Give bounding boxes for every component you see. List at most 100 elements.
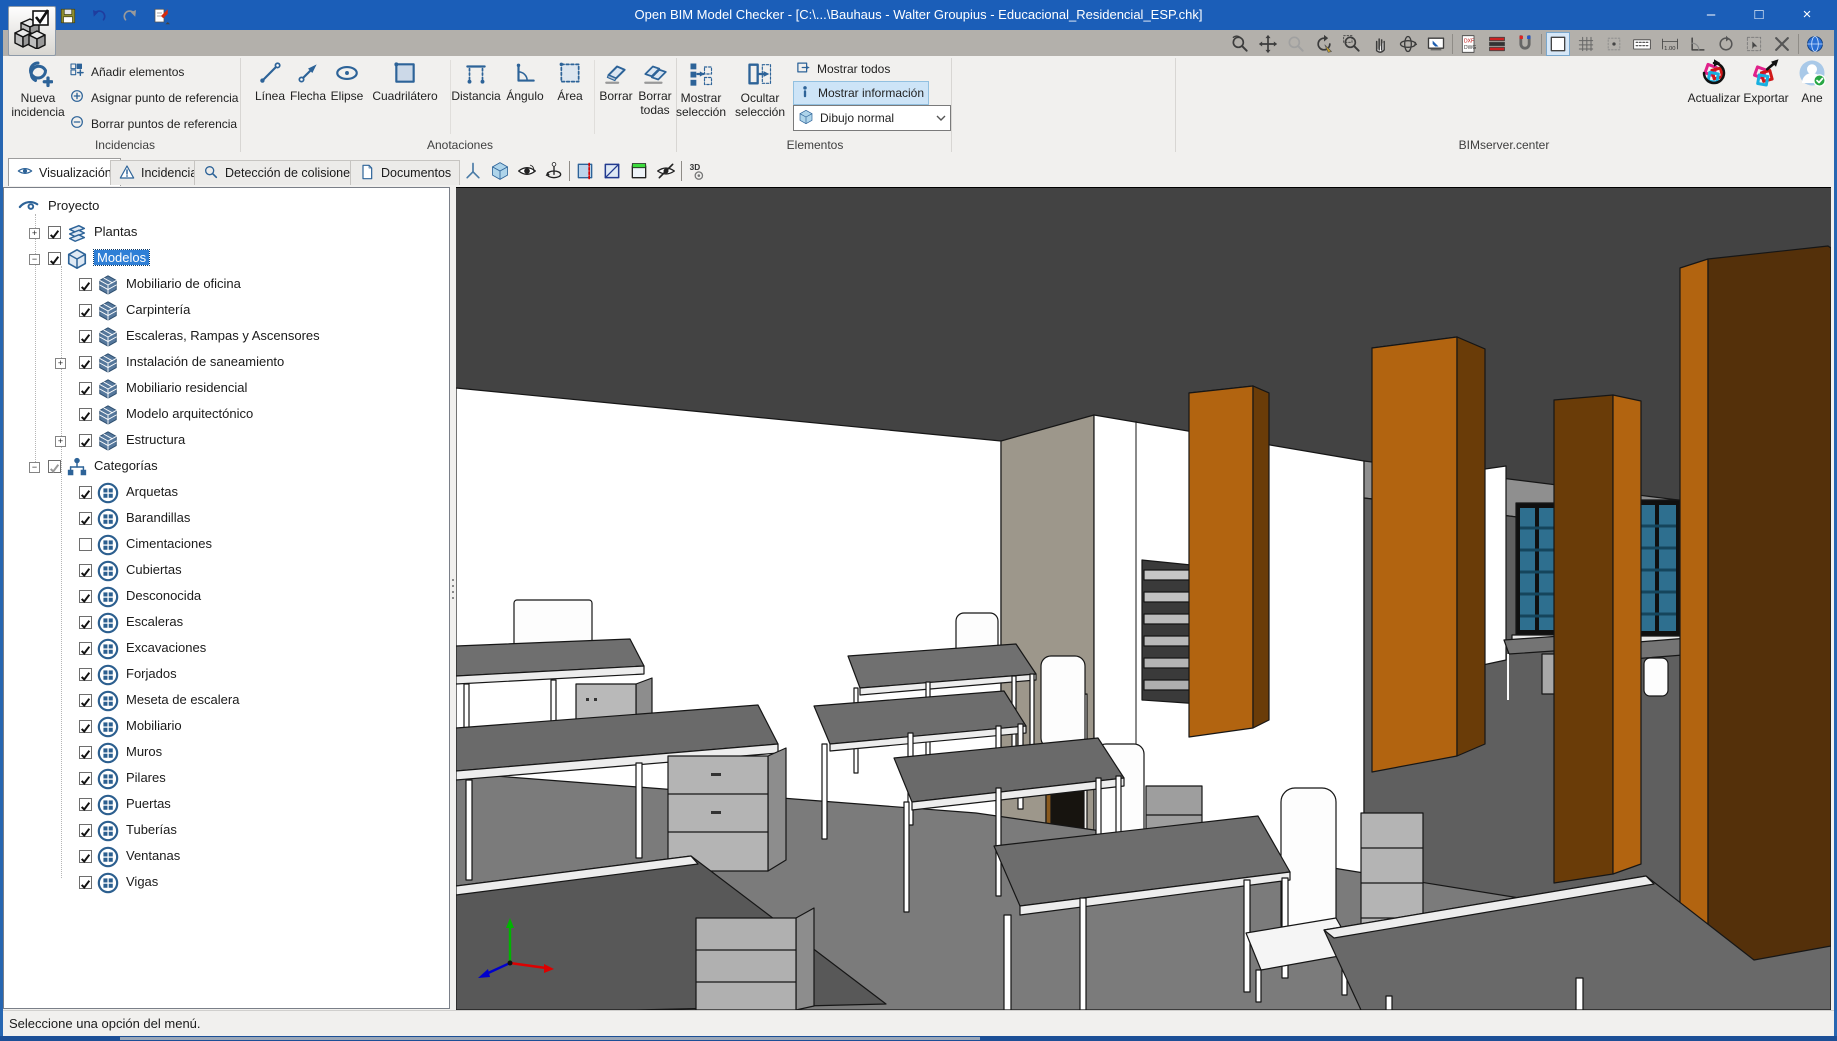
close-button[interactable]: × xyxy=(1784,0,1830,30)
anadir-elementos-button[interactable]: Añadir elementos xyxy=(69,62,184,81)
tools-x-icon[interactable] xyxy=(1770,32,1794,56)
tree-item-label[interactable]: Ventanas xyxy=(126,848,180,863)
maximize-button[interactable]: □ xyxy=(1736,0,1782,30)
tree-item-label[interactable]: Tuberías xyxy=(126,822,177,837)
tree-checkbox[interactable] xyxy=(79,512,92,525)
tree-checkbox[interactable] xyxy=(79,746,92,759)
zoom-ghost-icon[interactable] xyxy=(1284,32,1308,56)
collapse-icon[interactable]: − xyxy=(29,254,40,265)
globe-icon[interactable] xyxy=(1803,32,1827,56)
section-green-icon[interactable] xyxy=(627,159,651,183)
borrar-button[interactable]: Borrar xyxy=(596,60,636,104)
tree-item-desconocida[interactable]: Desconocida xyxy=(4,584,449,610)
tree-item-barandillas[interactable]: Barandillas xyxy=(4,506,449,532)
turntable-icon[interactable] xyxy=(542,159,566,183)
tree-checkbox[interactable] xyxy=(48,460,61,473)
tree-item-label[interactable]: Arquetas xyxy=(126,484,178,499)
tree-item-pilares[interactable]: Pilares xyxy=(4,766,449,792)
hide-eye-icon[interactable] xyxy=(654,159,678,183)
ocultar-seleccion-button[interactable]: Ocultar selección xyxy=(731,60,789,119)
tree-item-tuber-as[interactable]: Tuberías xyxy=(4,818,449,844)
mostrar-seleccion-button[interactable]: Mostrar selección xyxy=(672,60,730,119)
zoom-window-icon[interactable] xyxy=(1340,32,1364,56)
tree-item-muros[interactable]: Muros xyxy=(4,740,449,766)
tree-item-label[interactable]: Pilares xyxy=(126,770,166,785)
dxf-layers-icon[interactable] xyxy=(1485,32,1509,56)
magnet-icon[interactable] xyxy=(1513,32,1537,56)
app-menu-button[interactable] xyxy=(8,6,56,56)
tree-item-ventanas[interactable]: Ventanas xyxy=(4,844,449,870)
tree-item-label[interactable]: Meseta de escalera xyxy=(126,692,239,707)
tree-item-label[interactable]: Mobiliario residencial xyxy=(126,380,247,395)
tree-item-plantas[interactable]: +Plantas xyxy=(4,220,449,246)
tree-checkbox[interactable] xyxy=(79,356,92,369)
tab-visualizacion[interactable]: Visualización xyxy=(8,158,121,186)
tree-item-mobiliario[interactable]: Mobiliario xyxy=(4,714,449,740)
tree-item-instalaci-n-de-saneamiento[interactable]: + Instalación de saneamiento xyxy=(4,350,449,376)
tree-item-label[interactable]: Forjados xyxy=(126,666,177,681)
redo-icon[interactable] xyxy=(118,4,142,28)
tree-checkbox[interactable] xyxy=(79,330,92,343)
orbit-icon[interactable] xyxy=(1396,32,1420,56)
borrar-todas-button[interactable]: Borrar todas xyxy=(634,60,676,117)
pan-hand-icon[interactable] xyxy=(1368,32,1392,56)
section-diag-icon[interactable] xyxy=(600,159,624,183)
tree-checkbox[interactable] xyxy=(79,850,92,863)
angle-tool-icon[interactable] xyxy=(1686,32,1710,56)
flecha-button[interactable]: Flecha xyxy=(289,60,327,104)
borrar-puntos-button[interactable]: Borrar puntos de referencia xyxy=(69,114,237,133)
pan-zoom-icon[interactable] xyxy=(1256,32,1280,56)
tree-checkbox[interactable] xyxy=(79,876,92,889)
tree-checkbox[interactable] xyxy=(79,434,92,447)
elipse-button[interactable]: Elipse xyxy=(327,60,367,104)
tree-item-label[interactable]: Modelos xyxy=(94,250,149,265)
tree-checkbox[interactable] xyxy=(79,486,92,499)
nueva-incidencia-button[interactable]: Nueva incidencia xyxy=(9,58,67,119)
zoom-real-icon[interactable] xyxy=(1228,32,1252,56)
tree-item-mobiliario-de-oficina[interactable]: Mobiliario de oficina xyxy=(4,272,449,298)
3d-viewport[interactable] xyxy=(456,187,1831,1010)
redraw-icon[interactable] xyxy=(1312,32,1336,56)
grid-snap-icon[interactable] xyxy=(1602,32,1626,56)
tree-item-label[interactable]: Categorías xyxy=(94,458,158,473)
angulo-button[interactable]: Ángulo xyxy=(502,60,548,104)
cuadrilatero-button[interactable]: Cuadrilátero xyxy=(367,60,443,104)
tree-item-puertas[interactable]: Puertas xyxy=(4,792,449,818)
dim-100-icon[interactable]: 1.00 xyxy=(1658,32,1682,56)
tree-item-label[interactable]: Escaleras xyxy=(126,614,183,629)
dxf-doc-icon[interactable]: DXFDWG xyxy=(1457,32,1481,56)
user-account-button[interactable]: Ane xyxy=(1793,58,1831,106)
tree-item-excavaciones[interactable]: Excavaciones xyxy=(4,636,449,662)
tree-checkbox[interactable] xyxy=(79,278,92,291)
rotate-circ-icon[interactable] xyxy=(1714,32,1738,56)
tree-item-label[interactable]: Estructura xyxy=(126,432,185,447)
tree-item-arquetas[interactable]: Arquetas xyxy=(4,480,449,506)
tree-item-label[interactable]: Muros xyxy=(126,744,162,759)
tree-checkbox[interactable] xyxy=(79,642,92,655)
tree-checkbox[interactable] xyxy=(79,772,92,785)
tree-item-forjados[interactable]: Forjados xyxy=(4,662,449,688)
tree-item-label[interactable]: Mobiliario de oficina xyxy=(126,276,241,291)
tree-item-label[interactable]: Cubiertas xyxy=(126,562,182,577)
tree-checkbox[interactable] xyxy=(79,824,92,837)
tree-item-label[interactable]: Instalación de saneamiento xyxy=(126,354,284,369)
expand-icon[interactable]: + xyxy=(55,358,66,369)
tree-item-categor-as[interactable]: − Categorías xyxy=(4,454,449,480)
tree-item-mobiliario-residencial[interactable]: Mobiliario residencial xyxy=(4,376,449,402)
section-red-icon[interactable] xyxy=(573,159,597,183)
tree-checkbox[interactable] xyxy=(48,226,61,239)
tree-item-escaleras[interactable]: Escaleras xyxy=(4,610,449,636)
select-dashed-icon[interactable] xyxy=(1742,32,1766,56)
tree-item-label[interactable]: Escaleras, Rampas y Ascensores xyxy=(126,328,320,343)
solid-cube-icon[interactable] xyxy=(488,159,512,183)
tree-item-label[interactable]: Desconocida xyxy=(126,588,201,603)
tree-item-label[interactable]: Barandillas xyxy=(126,510,190,525)
white-bg-icon[interactable] xyxy=(1546,32,1570,56)
tree-item-escaleras-rampas-y-ascensores[interactable]: Escaleras, Rampas y Ascensores xyxy=(4,324,449,350)
grid-icon[interactable] xyxy=(1574,32,1598,56)
tree-item-label[interactable]: Carpintería xyxy=(126,302,190,317)
mostrar-todos-button[interactable]: Mostrar todos xyxy=(796,58,890,80)
axes-icon[interactable] xyxy=(461,159,485,183)
tree-item-proyecto[interactable]: Proyecto xyxy=(4,194,449,220)
collapse-icon[interactable]: − xyxy=(29,462,40,473)
